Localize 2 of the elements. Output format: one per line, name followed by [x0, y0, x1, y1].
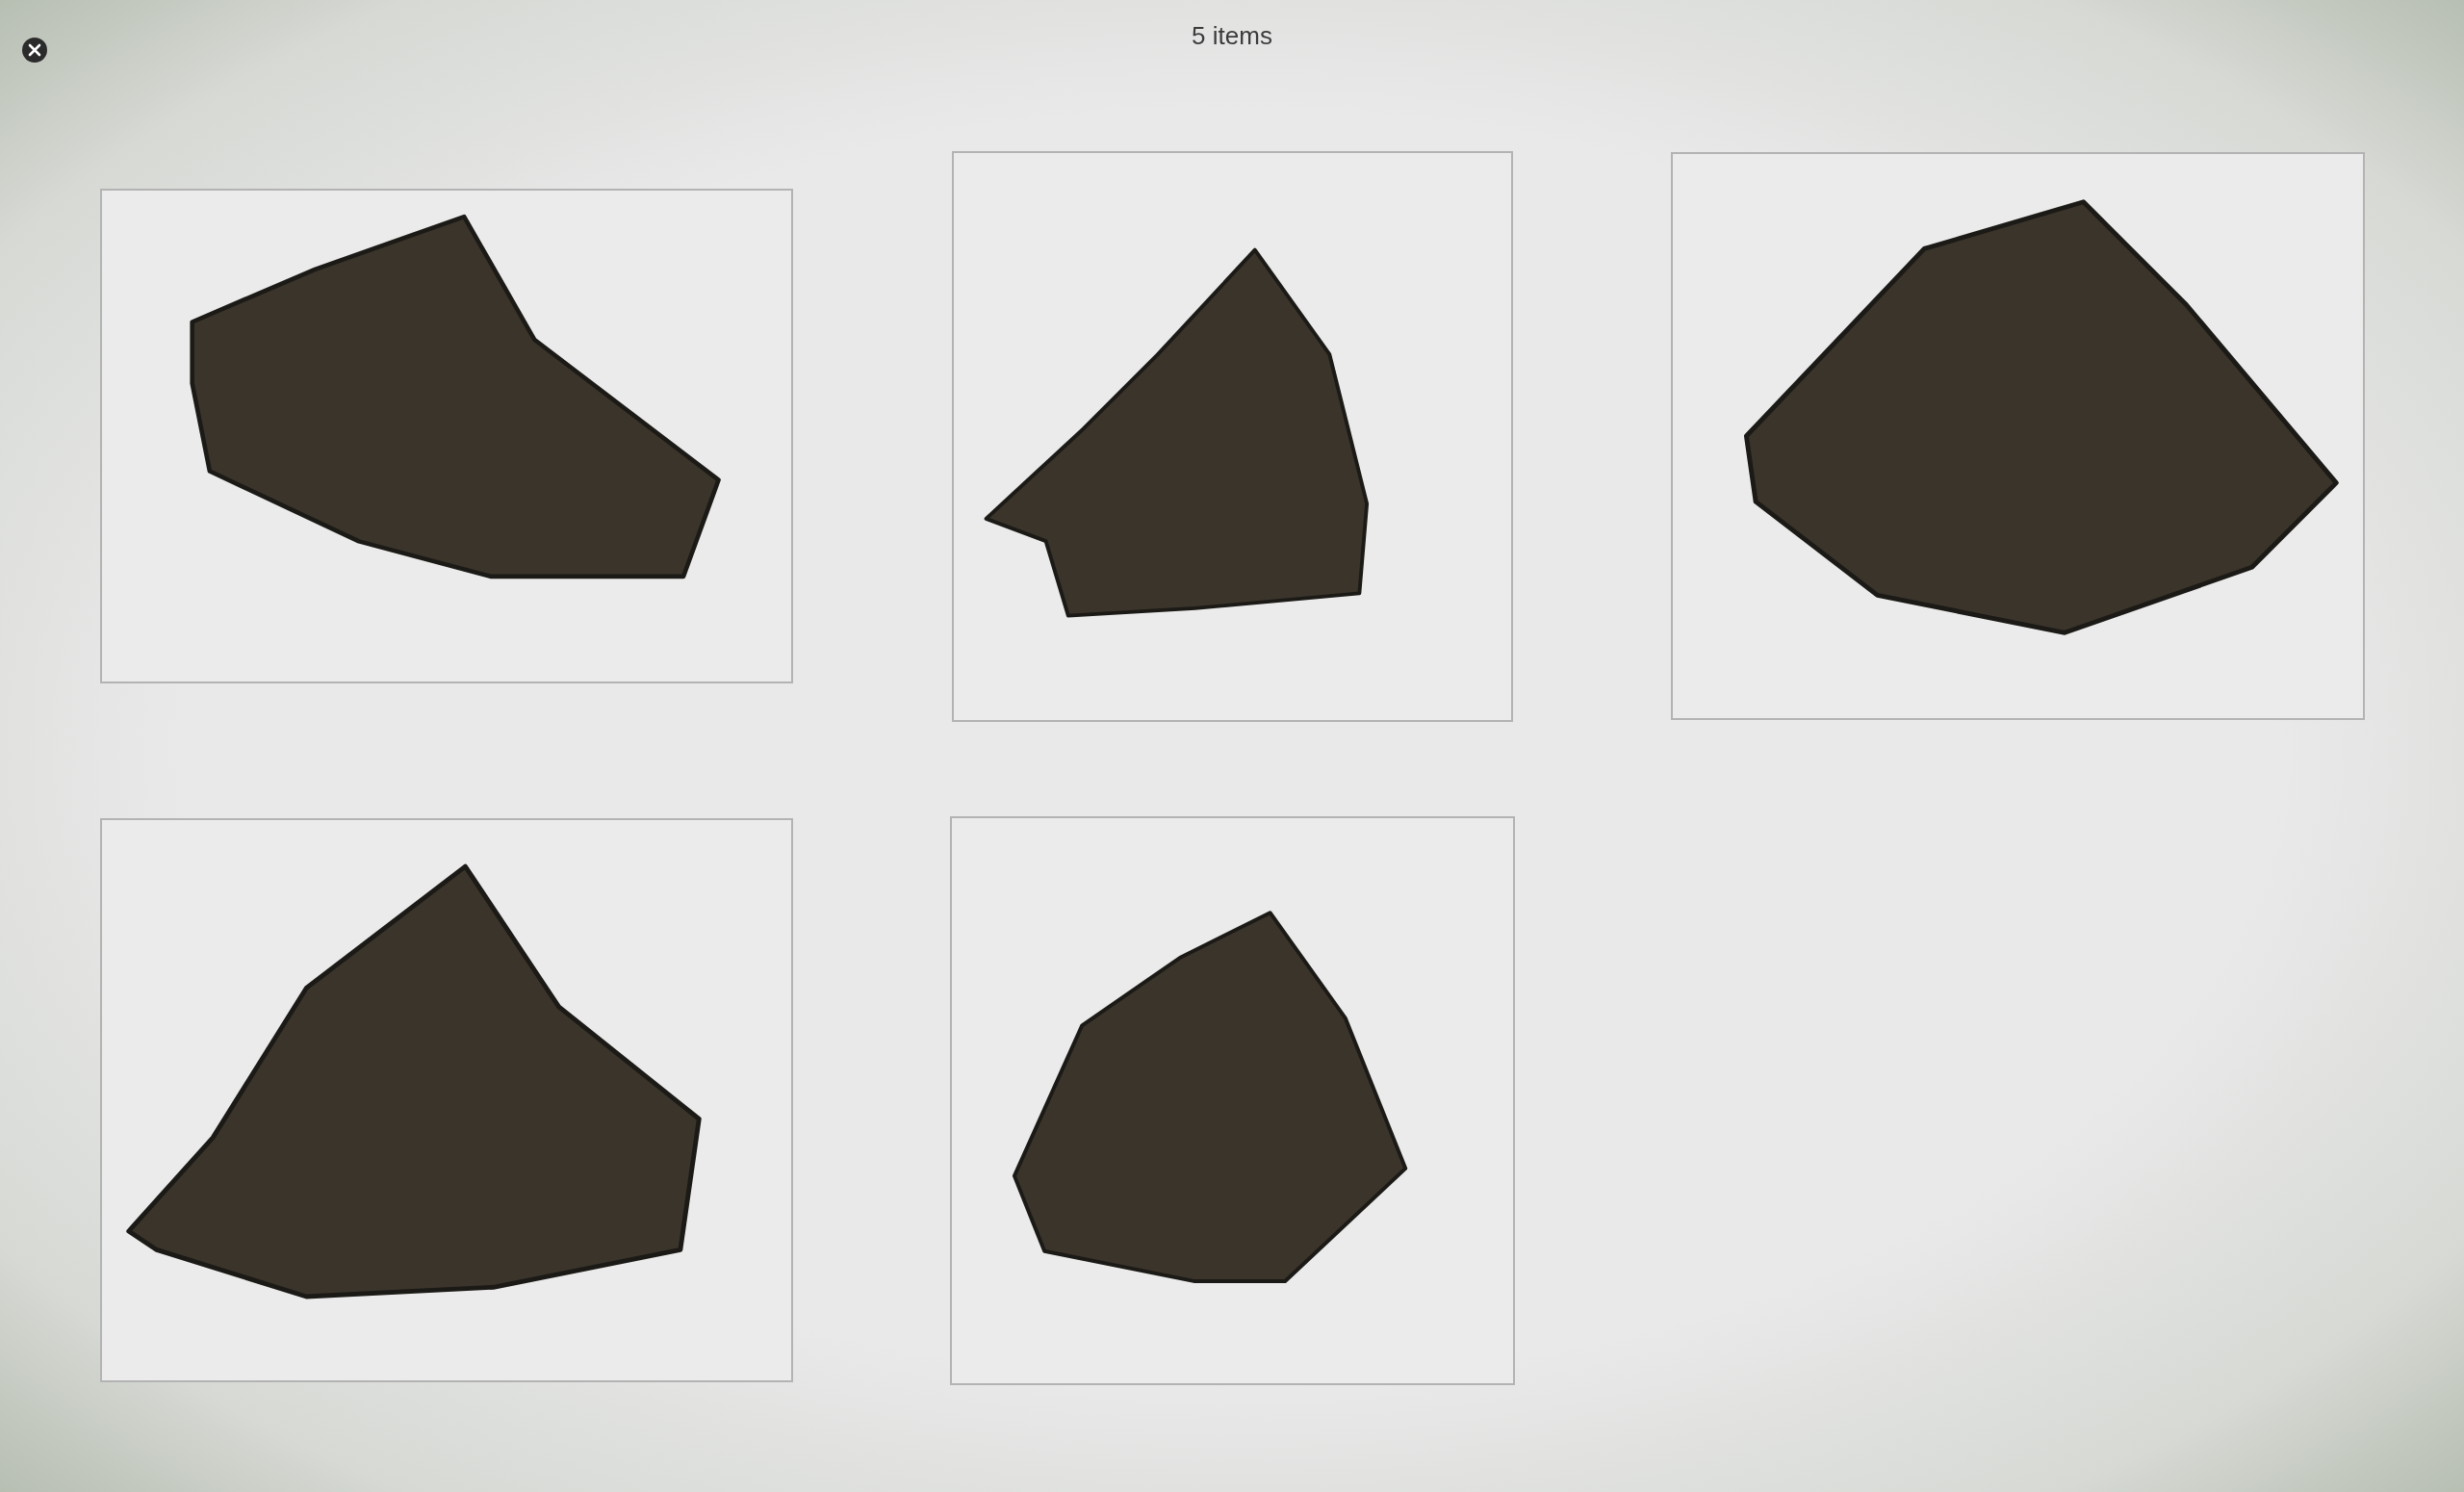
- close-button[interactable]: [21, 37, 48, 64]
- window-title: 5 items: [1192, 20, 1272, 52]
